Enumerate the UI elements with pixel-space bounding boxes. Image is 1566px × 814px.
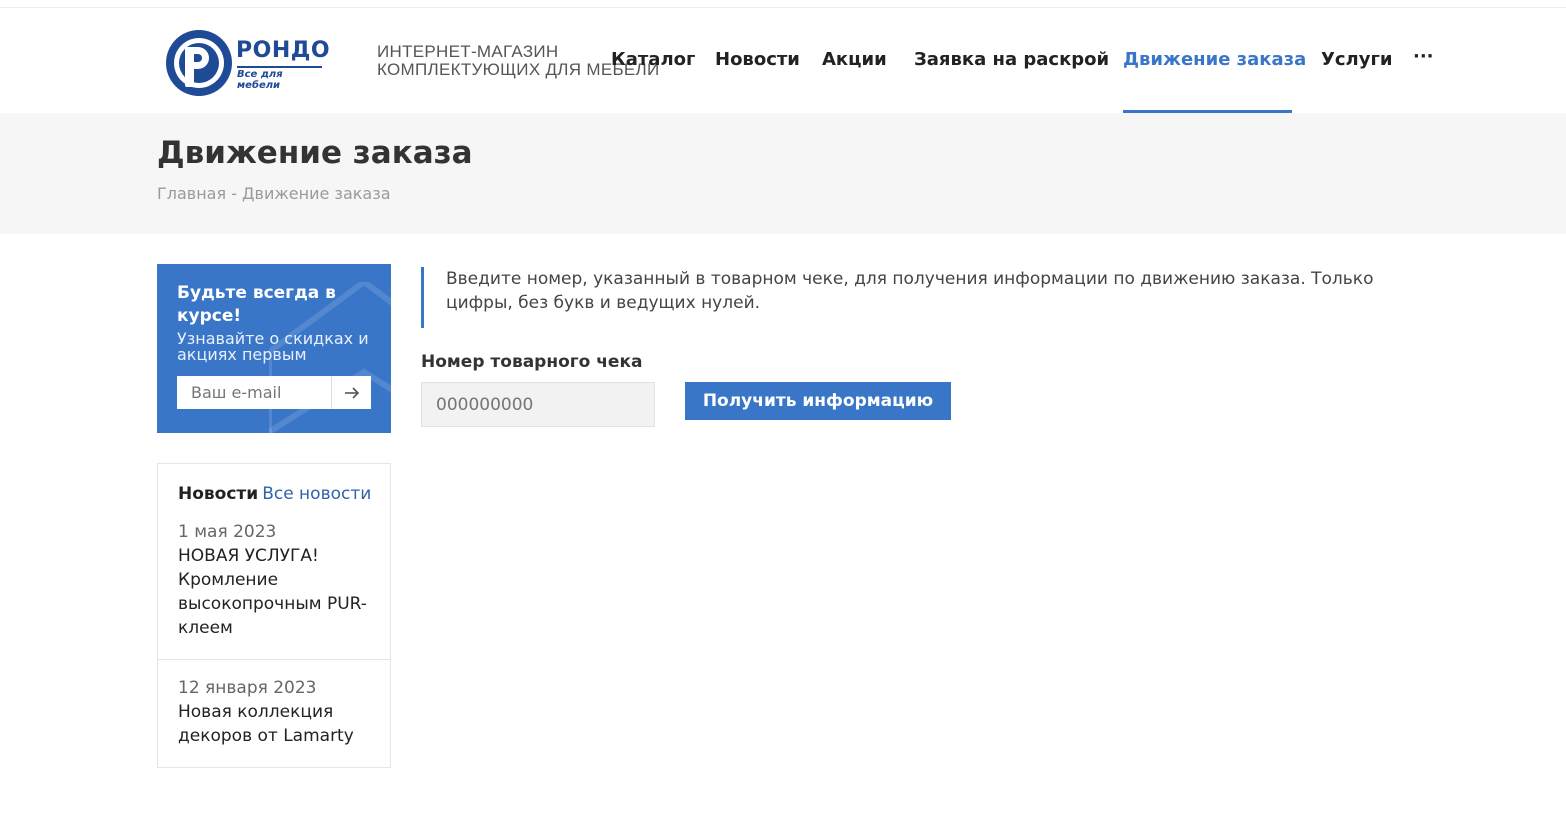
news-widget: Новости Все новости 1 мая 2023 НОВАЯ УСЛУ…: [157, 463, 391, 768]
breadcrumb: Главная - Движение заказа: [157, 184, 391, 203]
all-news-link[interactable]: Все новости: [262, 484, 371, 504]
news-item[interactable]: 12 января 2023 Новая коллекция декоров о…: [178, 676, 378, 748]
logo[interactable]: РОНДО Все для мебели: [166, 30, 330, 96]
page-title: Движение заказа: [157, 135, 473, 171]
nav-item-order-tracking[interactable]: Движение заказа: [1123, 49, 1306, 70]
subscribe-box: Будьте всегда в курсе! Узнавайте о скидк…: [157, 264, 391, 433]
news-date: 12 января 2023: [178, 678, 317, 698]
receipt-number-label: Номер товарного чека: [421, 352, 643, 372]
arrow-right-icon: [344, 386, 359, 399]
divider: [158, 659, 390, 660]
news-title[interactable]: Новая коллекция декоров от Lamarty: [178, 700, 378, 748]
nav-item-services[interactable]: Услуги: [1321, 49, 1392, 70]
receipt-number-field[interactable]: [421, 382, 655, 427]
news-heading: Новости: [178, 484, 259, 504]
news-date: 1 мая 2023: [178, 522, 277, 542]
nav-item-promotions[interactable]: Акции: [822, 49, 887, 70]
more-menu-icon[interactable]: ···: [1413, 46, 1434, 67]
logo-mark: [166, 30, 232, 96]
subscribe-submit-button[interactable]: [331, 376, 371, 409]
page-title-band: Движение заказа Главная - Движение заказ…: [0, 113, 1566, 234]
logo-name: РОНДО: [236, 38, 331, 63]
subscribe-text: Узнавайте о скидках и акциях первым: [177, 329, 369, 364]
logo-slogan: Все для мебели: [237, 66, 322, 91]
nav-item-news[interactable]: Новости: [715, 49, 800, 70]
get-info-button[interactable]: Получить информацию: [685, 382, 951, 420]
instructions-note: Введите номер, указанный в товарном чеке…: [421, 267, 1431, 328]
news-item[interactable]: 1 мая 2023 НОВАЯ УСЛУГА! Кромление высок…: [178, 520, 378, 640]
subscribe-title: Будьте всегда в курсе!: [177, 283, 336, 326]
news-header: Новости Все новости: [178, 484, 371, 504]
email-field[interactable]: [177, 376, 331, 409]
nav-item-cutting-request[interactable]: Заявка на раскрой: [914, 49, 1109, 70]
news-title[interactable]: НОВАЯ УСЛУГА! Кромление высокопрочным PU…: [178, 544, 378, 640]
nav-item-catalog[interactable]: Каталог: [611, 49, 695, 70]
site-header: РОНДО Все для мебели ИНТЕРНЕТ-МАГАЗИН КО…: [0, 8, 1566, 113]
